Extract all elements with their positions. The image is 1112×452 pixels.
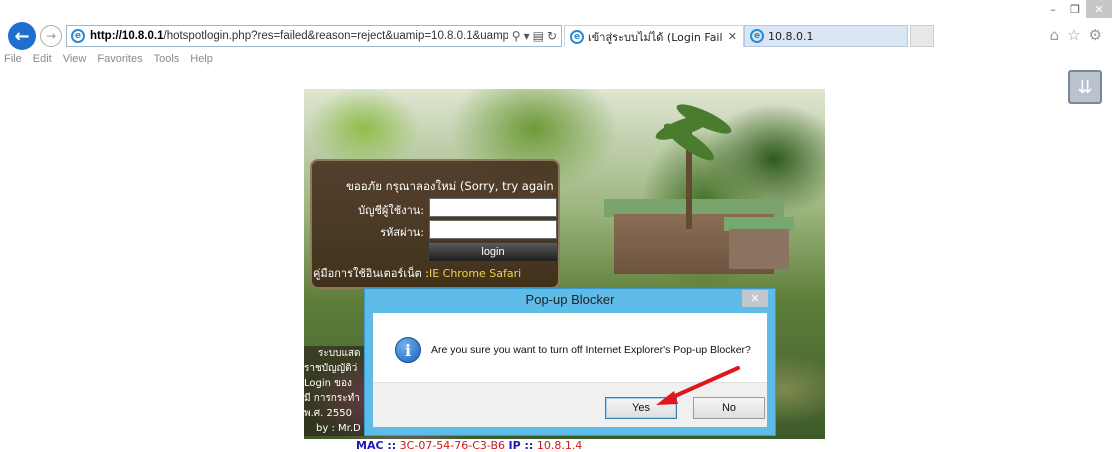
search-icon[interactable]: ⚲	[512, 29, 521, 43]
manual-links[interactable]: IE Chrome Safari	[429, 267, 521, 280]
url-path: /hotspotlogin.php?res=failed&reason=reje…	[163, 30, 508, 42]
login-error-message: ขออภัย กรุณาลองใหม่ (Sorry, try again	[346, 179, 554, 193]
manual-label: คู่มือการใช้อินเตอร์เน็ต :	[313, 267, 429, 280]
login-button[interactable]: login	[428, 242, 558, 262]
password-input[interactable]	[429, 220, 557, 239]
address-bar[interactable]: e http://10.8.0.1/hotspotlogin.php?res=f…	[66, 25, 562, 47]
dialog-message: Are you sure you want to turn off Intern…	[431, 344, 751, 356]
manual-line: คู่มือการใช้อินเตอร์เน็ต :IE Chrome Safa…	[313, 264, 521, 282]
favorites-star-icon[interactable]: ☆	[1067, 26, 1080, 44]
tab-login-failed[interactable]: e เข้าสู่ระบบไม่ได้ (Login Failed) ✕	[564, 25, 744, 47]
url-host: http://10.8.0.1	[90, 30, 164, 42]
menu-view[interactable]: View	[63, 53, 87, 69]
ie-tab-icon: e	[750, 29, 764, 43]
dialog-close-button[interactable]: ✕	[742, 290, 768, 307]
minimize-button[interactable]: –	[1042, 0, 1064, 18]
forward-button[interactable]: →	[40, 25, 62, 47]
toolbar-icons: ⌂ ☆ ⚙	[1050, 26, 1102, 44]
building	[729, 229, 789, 269]
arrow-shaft	[664, 366, 740, 402]
scroll-down-button[interactable]: ⇊	[1068, 70, 1102, 104]
username-label: บัญชีผู้ใช้งาน:	[358, 204, 424, 217]
back-button[interactable]: ←	[8, 22, 36, 50]
terms-line: by : Mr.D	[316, 423, 361, 434]
browser-chrome: – ❐ ✕ ← → e http://10.8.0.1/hotspotlogin…	[0, 0, 1112, 72]
menu-favorites[interactable]: Favorites	[97, 53, 142, 69]
gear-icon[interactable]: ⚙	[1089, 26, 1102, 44]
url-text[interactable]: http://10.8.0.1/hotspotlogin.php?res=fai…	[90, 30, 508, 42]
terms-line: มี การกระทำ	[304, 393, 360, 404]
double-chevron-down-icon: ⇊	[1077, 76, 1093, 98]
back-arrow-icon: ←	[14, 25, 30, 47]
terms-line: ระบบแสด	[318, 348, 361, 359]
mac-label: MAC ::	[356, 439, 397, 452]
close-icon: ✕	[750, 292, 760, 305]
terms-line: Login ของ	[304, 378, 352, 389]
close-window-button[interactable]: ✕	[1086, 0, 1112, 18]
forward-arrow-icon: →	[45, 29, 57, 43]
dropdown-icon[interactable]: ▾	[524, 29, 530, 43]
menu-tools[interactable]: Tools	[154, 53, 180, 69]
menu-edit[interactable]: Edit	[33, 53, 52, 69]
info-icon: i	[395, 337, 421, 363]
tab-label: เข้าสู่ระบบไม่ได้ (Login Failed)	[588, 30, 722, 44]
ip-value: 10.8.1.4	[536, 439, 583, 452]
compatibility-view-icon[interactable]: ▤	[533, 29, 544, 43]
terms-text: ระบบแสด ราชบัญญัติว่ Login ของ มี การกระ…	[304, 346, 366, 436]
mac-value: 3C-07-54-76-C3-B6	[399, 439, 506, 452]
dialog-title: Pop-up Blocker	[525, 292, 615, 307]
username-input[interactable]	[429, 198, 557, 217]
window-controls: – ❐ ✕	[1042, 0, 1112, 20]
popup-blocker-dialog: Pop-up Blocker ✕ i Are you sure you want…	[364, 288, 776, 436]
new-tab-button[interactable]	[910, 25, 934, 47]
arrow-head	[656, 391, 678, 405]
red-arrow-annotation-icon	[656, 366, 740, 405]
home-icon[interactable]: ⌂	[1050, 26, 1060, 44]
close-tab-icon[interactable]: ✕	[722, 30, 743, 43]
tab-10-8-0-1[interactable]: e 10.8.0.1	[744, 25, 908, 47]
refresh-icon[interactable]: ↻	[547, 29, 557, 43]
ie-tab-icon: e	[570, 29, 584, 44]
ie-page-icon: e	[71, 29, 85, 43]
terms-line: พ.ศ. 2550	[304, 408, 352, 419]
address-bar-actions: ⚲ ▾ ▤ ↻	[508, 29, 561, 43]
menu-help[interactable]: Help	[190, 53, 213, 69]
menu-bar: File Edit View Favorites Tools Help	[0, 53, 213, 69]
tab-label: 10.8.0.1	[768, 29, 814, 43]
network-info: MAC :: 3C-07-54-76-C3-B6 IP :: 10.8.1.4	[356, 439, 582, 452]
palm-tree	[653, 89, 735, 229]
menu-file[interactable]: File	[4, 53, 22, 69]
password-label: รหัสผ่าน:	[380, 226, 424, 239]
terms-line: ราชบัญญัติว่	[304, 363, 358, 374]
ip-label: IP ::	[508, 439, 534, 452]
restore-button[interactable]: ❐	[1064, 0, 1086, 18]
